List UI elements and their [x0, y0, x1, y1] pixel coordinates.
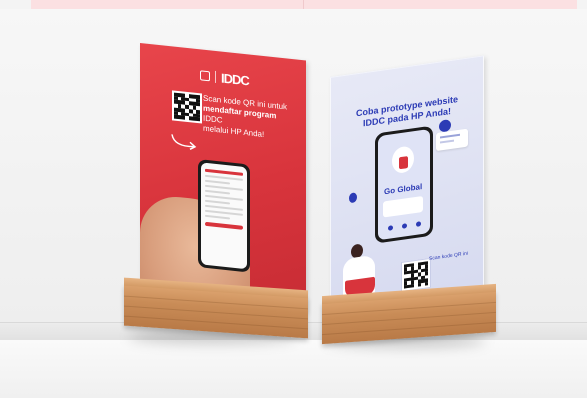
nav-dot-icon — [416, 221, 421, 227]
qr-code-icon — [401, 257, 431, 293]
lightbulb-icon — [349, 192, 357, 204]
qr-code-icon — [172, 90, 202, 124]
phone-mockup: Go Global — [375, 125, 433, 244]
red-flyer: IDDC Scan kode QR ini untuk mendaftar pr… — [140, 43, 306, 313]
top-strip — [31, 0, 577, 9]
screen-line — [205, 179, 231, 185]
floating-card — [436, 128, 468, 152]
blue-flyer: Coba prototype website IDDC pada HP Anda… — [330, 55, 484, 317]
scan-instruction: Scan kode QR ini untuk mendaftar program… — [203, 94, 291, 143]
flyer-logo: IDDC — [200, 67, 300, 94]
wood-grain — [124, 315, 308, 330]
curved-arrow-icon — [171, 134, 197, 150]
url-text — [429, 270, 479, 277]
screen-button — [205, 221, 243, 230]
shelf-front — [0, 340, 587, 398]
phone-headline: Go Global — [384, 182, 423, 197]
photo-scene: IDDC Scan kode QR ini untuk mendaftar pr… — [0, 0, 587, 398]
phone-mockup — [198, 159, 250, 273]
nav-dot-icon — [402, 223, 407, 229]
top-strip-divider — [303, 0, 304, 9]
wood-grain — [322, 321, 496, 336]
screen-line — [205, 199, 231, 205]
screen-line — [205, 189, 231, 195]
illustration-figure — [392, 145, 414, 175]
phone-screen: Go Global — [378, 128, 430, 241]
screen-card — [383, 195, 423, 218]
nav-dot-icon — [388, 225, 393, 231]
brand-logo: IDDC — [221, 70, 249, 88]
logo-subtext — [254, 81, 278, 84]
screen-line — [205, 214, 231, 220]
flyer-headline: Coba prototype website IDDC pada HP Anda… — [337, 91, 477, 133]
scan-instruction: Scan kode QR ini — [429, 250, 468, 263]
logo-mark-icon — [200, 70, 210, 82]
logo-separator — [215, 70, 216, 83]
phone-screen — [201, 162, 247, 270]
